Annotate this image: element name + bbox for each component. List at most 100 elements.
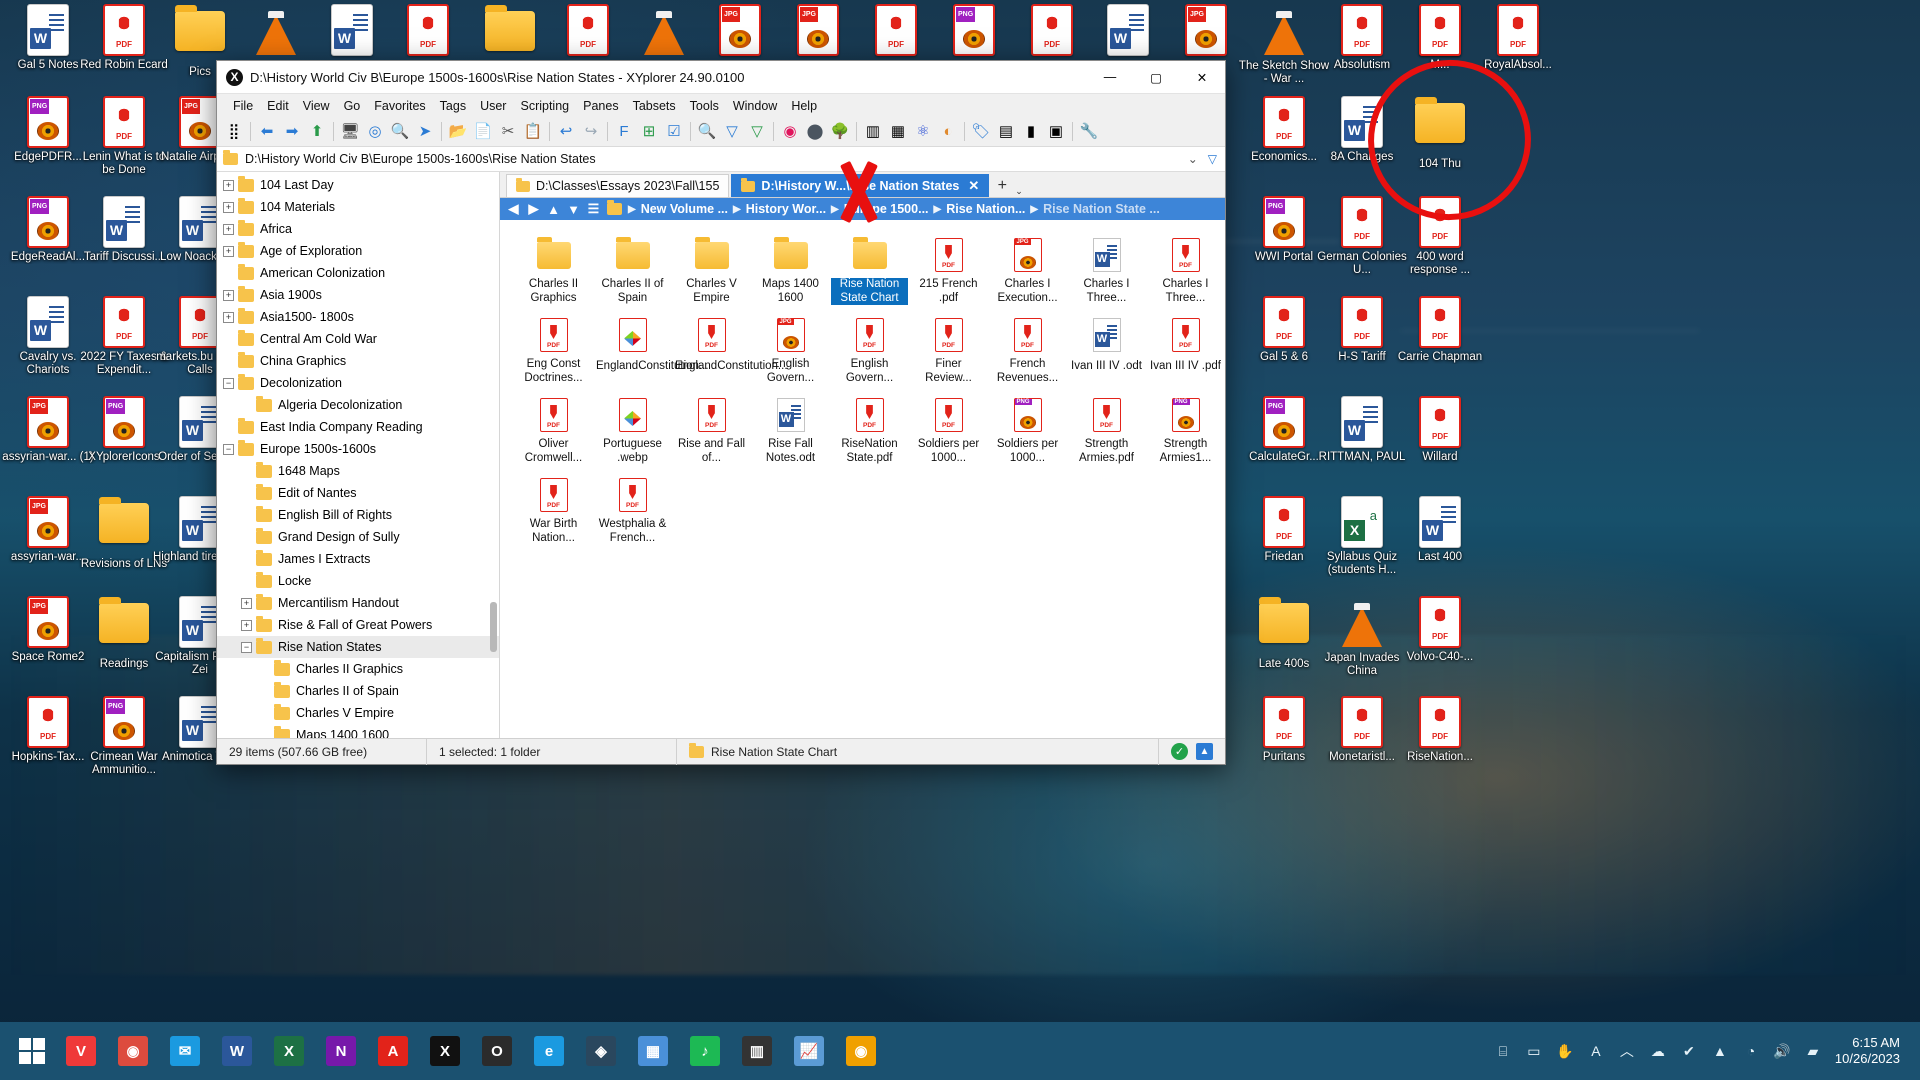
collapse-icon[interactable]: − [223,444,234,455]
funnel-icon[interactable]: ▽ [1208,152,1217,166]
menu-item-tags[interactable]: Tags [433,97,473,115]
devices-button[interactable]: 🖥 [338,120,362,144]
tree-item[interactable]: +Asia 1900s [217,284,499,306]
file-item[interactable]: Ivan III IV .pdf [1146,312,1225,390]
tree-item[interactable]: James I Extracts [217,548,499,570]
tab-close-icon[interactable]: ✕ [968,178,979,194]
atom-button[interactable]: ⚛ [911,120,935,144]
taskbar-app-opera[interactable]: O [474,1028,520,1074]
tree-item[interactable]: +Asia1500- 1800s [217,306,499,328]
crumb-up-icon[interactable]: ▲ [546,202,561,217]
column-button[interactable]: ▮ [1019,120,1043,144]
copy-button[interactable]: 📄 [471,120,495,144]
status-ok-icon[interactable]: ✓ [1171,743,1188,760]
up-button[interactable]: ⬆ [305,120,329,144]
tree-item[interactable]: +Mercantilism Handout [217,592,499,614]
collapse-icon[interactable]: − [241,642,252,653]
desktop-icon[interactable]: Willard [1392,396,1488,464]
battery-icon[interactable]: ▰ [1804,1042,1822,1060]
crumb-back-icon[interactable]: ◀ [506,201,521,217]
usb-icon[interactable]: ⌸ [1494,1042,1512,1060]
expand-icon[interactable]: + [223,180,234,191]
tree-item[interactable]: +Rise & Fall of Great Powers [217,614,499,636]
tree-item[interactable]: East India Company Reading [217,416,499,438]
file-item[interactable]: Portuguese .webp [593,392,672,470]
menu-item-scripting[interactable]: Scripting [513,97,576,115]
status-up-icon[interactable]: ▲ [1196,743,1213,760]
volume-icon[interactable]: 🔊 [1773,1042,1791,1060]
file-item[interactable]: Ivan III IV .odt [1067,312,1146,390]
panel-button[interactable]: ▣ [1044,120,1068,144]
file-item[interactable]: JPGCharles I Execution... [988,232,1067,310]
new-folder-button[interactable]: 📂 [446,120,470,144]
file-item[interactable]: English Govern... [830,312,909,390]
maximize-button[interactable]: ▢ [1133,61,1179,94]
onedrive-icon[interactable]: ☁ [1649,1042,1667,1060]
redo-button[interactable]: ↪ [579,120,603,144]
tree-item[interactable]: Charles V Empire [217,702,499,724]
file-item[interactable]: Charles II Graphics [514,232,593,310]
expand-icon[interactable]: + [223,224,234,235]
file-item[interactable]: 215 French .pdf [909,232,988,310]
close-button[interactable]: ✕ [1179,61,1225,94]
taskbar-app-word[interactable]: W [214,1028,260,1074]
taskbar-app-acrobat[interactable]: A [370,1028,416,1074]
tree-item[interactable]: China Graphics [217,350,499,372]
file-item[interactable]: Soldiers per 1000... [909,392,988,470]
format-button[interactable]: F [612,120,636,144]
menu-item-file[interactable]: File [226,97,260,115]
forward-button[interactable]: ➡ [280,120,304,144]
file-item[interactable]: EnglandConstitution... [672,312,751,390]
tree-item[interactable]: +104 Last Day [217,174,499,196]
menu-item-go[interactable]: Go [337,97,368,115]
file-item[interactable]: PNGSoldiers per 1000... [988,392,1067,470]
dual-pane-button[interactable]: ▥ [861,120,885,144]
list-button[interactable]: ▤ [994,120,1018,144]
tree-item[interactable]: −Europe 1500s-1600s [217,438,499,460]
expand-icon[interactable]: + [241,598,252,609]
autohotkey-icon[interactable]: A [1587,1042,1605,1060]
tree-item[interactable]: +Africa [217,218,499,240]
tree-item[interactable]: Charles II Graphics [217,658,499,680]
breadcrumb-item[interactable]: Rise Nation... [946,202,1025,216]
tree-item[interactable]: Algeria Decolonization [217,394,499,416]
details-view-button[interactable]: ▦ [886,120,910,144]
tree-item[interactable]: English Bill of Rights [217,504,499,526]
checkbox-select-button[interactable]: ☑ [662,120,686,144]
file-item[interactable]: Strength Armies.pdf [1067,392,1146,470]
colors-button[interactable]: ◐ [936,120,960,144]
tree-item[interactable]: Edit of Nantes [217,482,499,504]
config-button[interactable]: 🔧 [1077,120,1101,144]
file-item[interactable]: Charles I Three... [1146,232,1225,310]
goto-button[interactable]: ➤ [413,120,437,144]
start-button[interactable] [9,1028,55,1074]
file-item[interactable]: Rise and Fall of... [672,392,751,470]
tab-menu-caret-icon[interactable]: ⌄ [1015,186,1023,197]
breadcrumb-item[interactable]: New Volume ... [641,202,728,216]
taskbar-clock[interactable]: 6:15 AM 10/26/2023 [1835,1035,1906,1067]
tree-item[interactable]: Grand Design of Sully [217,526,499,548]
file-item[interactable]: Rise Fall Notes.odt [751,392,830,470]
crumb-forward-icon[interactable]: ▶ [526,201,541,217]
taskbar-app-spotify[interactable]: ♪ [682,1028,728,1074]
file-item[interactable]: Charles I Three... [1067,232,1146,310]
file-item[interactable]: RiseNation State.pdf [830,392,909,470]
address-bar[interactable]: D:\History World Civ B\Europe 1500s-1600… [217,147,1225,172]
menu-item-window[interactable]: Window [726,97,784,115]
tree-item[interactable]: Charles II of Spain [217,680,499,702]
expand-icon[interactable]: + [223,312,234,323]
file-item[interactable]: Oliver Cromwell... [514,392,593,470]
tree-item[interactable]: American Colonization [217,262,499,284]
breadcrumb-item[interactable]: Rise Nation State ... [1043,202,1160,216]
clipboard-icon[interactable]: ✋ [1556,1042,1574,1060]
menu-item-tabsets[interactable]: Tabsets [626,97,683,115]
file-item[interactable]: War Birth Nation... [514,472,593,550]
network-icon[interactable]: ▲ [1711,1042,1729,1060]
desktop-icon[interactable]: RoyalAbsol... [1470,4,1566,72]
taskbar-app-excel[interactable]: X [266,1028,312,1074]
breadcrumb-item[interactable]: Europe 1500... [844,202,929,216]
wifi-icon[interactable]: ◔ [1742,1042,1760,1060]
preview-button[interactable]: ⬤ [803,120,827,144]
filter-blue-button[interactable]: ▽ [720,120,744,144]
menu-item-favorites[interactable]: Favorites [367,97,432,115]
